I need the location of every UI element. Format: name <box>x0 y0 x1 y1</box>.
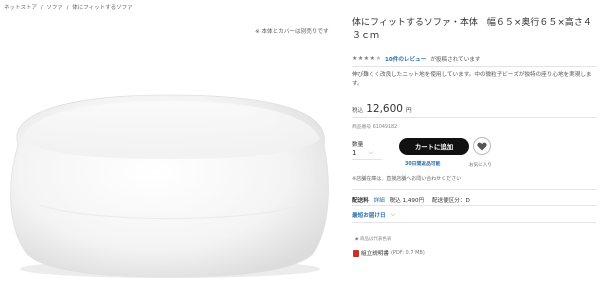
product-title: 体にフィットするソファ・本体 幅６５×奥行６５×高さ４３ｃｍ <box>352 18 592 41</box>
small-note: ◆ 商品は代表色表 <box>355 237 392 242</box>
manual-size: (PDF: 0.7 MB) <box>390 250 425 256</box>
star-icon: ★ <box>369 55 376 62</box>
product-rating: ★ ★ ★ ★ ★ 10件のレビュー が投稿されています <box>352 55 481 64</box>
divider <box>352 117 596 118</box>
delivery-fee: 配送料 詳細 税込 1,490円 配送便区分：D <box>352 196 470 204</box>
breadcrumb-item-store[interactable]: ネットストア <box>4 5 37 11</box>
earliest-delivery-toggle[interactable]: 最短お届け日 ⌵ <box>352 211 395 219</box>
star-icon: ★ <box>357 55 364 62</box>
price-value: 12,600 <box>366 103 403 115</box>
divider <box>352 205 596 206</box>
product-description: 伸び難くく改良したニット地を使用しています。中の微粒子ビーズが独特の座り心地を実… <box>352 72 592 87</box>
breadcrumb: ネットストア / ソファ / 体にフィットするソファ <box>4 3 135 11</box>
quantity-label: 数量 <box>352 142 364 148</box>
add-to-cart-button[interactable]: カートに追加 <box>399 138 469 155</box>
image-note: ※ 本体とカバーは別売りです <box>255 29 329 35</box>
star-icon: ★ <box>352 55 358 62</box>
breadcrumb-separator: / <box>40 5 43 11</box>
chevron-down-icon: ⌵ <box>390 211 396 218</box>
star-icon: ★ <box>363 55 370 62</box>
rating-stars: ★ ★ ★ ★ ★ <box>352 56 381 62</box>
favorite-button[interactable] <box>473 137 491 155</box>
quantity-select[interactable]: 1 ⌵ <box>352 148 382 158</box>
product-code: 商品番号 61049182 <box>352 125 398 130</box>
product-info-panel: 体にフィットするソファ・本体 幅６５×奥行６５×高さ４３ｃｍ ★ ★ ★ ★ ★… <box>352 0 598 281</box>
price-unit: 円 <box>405 108 412 114</box>
review-link[interactable]: 10件のレビュー <box>385 55 426 63</box>
store-stock-note: ※店舗在庫は、直接店舗へお問い合わせください <box>352 176 462 182</box>
half-star-icon: ★ <box>375 55 381 62</box>
divider <box>352 189 596 190</box>
product-image[interactable] <box>0 55 343 281</box>
favorite-label: お気に入り <box>469 163 492 168</box>
pdf-icon <box>353 249 359 257</box>
product-price: 税込 12,600 円 <box>352 103 412 115</box>
earliest-delivery-label: 最短お届け日 <box>352 213 386 219</box>
delivery-detail-link[interactable]: 詳細 <box>374 198 385 204</box>
breadcrumb-separator: / <box>66 5 69 11</box>
delivery-label: 配送料 <box>352 198 369 204</box>
heart-icon <box>477 142 487 150</box>
return-policy-link[interactable]: 30日間返品可能 <box>405 160 440 167</box>
delivery-category: 配送便区分：D <box>431 198 470 204</box>
delivery-value: 税込 1,490円 <box>389 198 425 204</box>
price-tax-label: 税込 <box>352 108 364 114</box>
assembly-manual-link[interactable]: 組立説明書 (PDF: 0.7 MB) <box>353 249 425 257</box>
quantity-value: 1 <box>352 149 357 157</box>
beanbag-sofa-image <box>10 94 329 278</box>
chevron-down-icon: ⌵ <box>368 149 374 156</box>
breadcrumb-item-current: 体にフィットするソファ <box>72 5 133 11</box>
manual-label: 組立説明書 <box>361 251 389 257</box>
breadcrumb-item-sofa[interactable]: ソファ <box>46 5 63 11</box>
review-suffix: が投稿されています <box>430 57 481 63</box>
divider <box>352 222 596 223</box>
divider <box>352 66 596 67</box>
quantity-underline <box>352 159 382 160</box>
